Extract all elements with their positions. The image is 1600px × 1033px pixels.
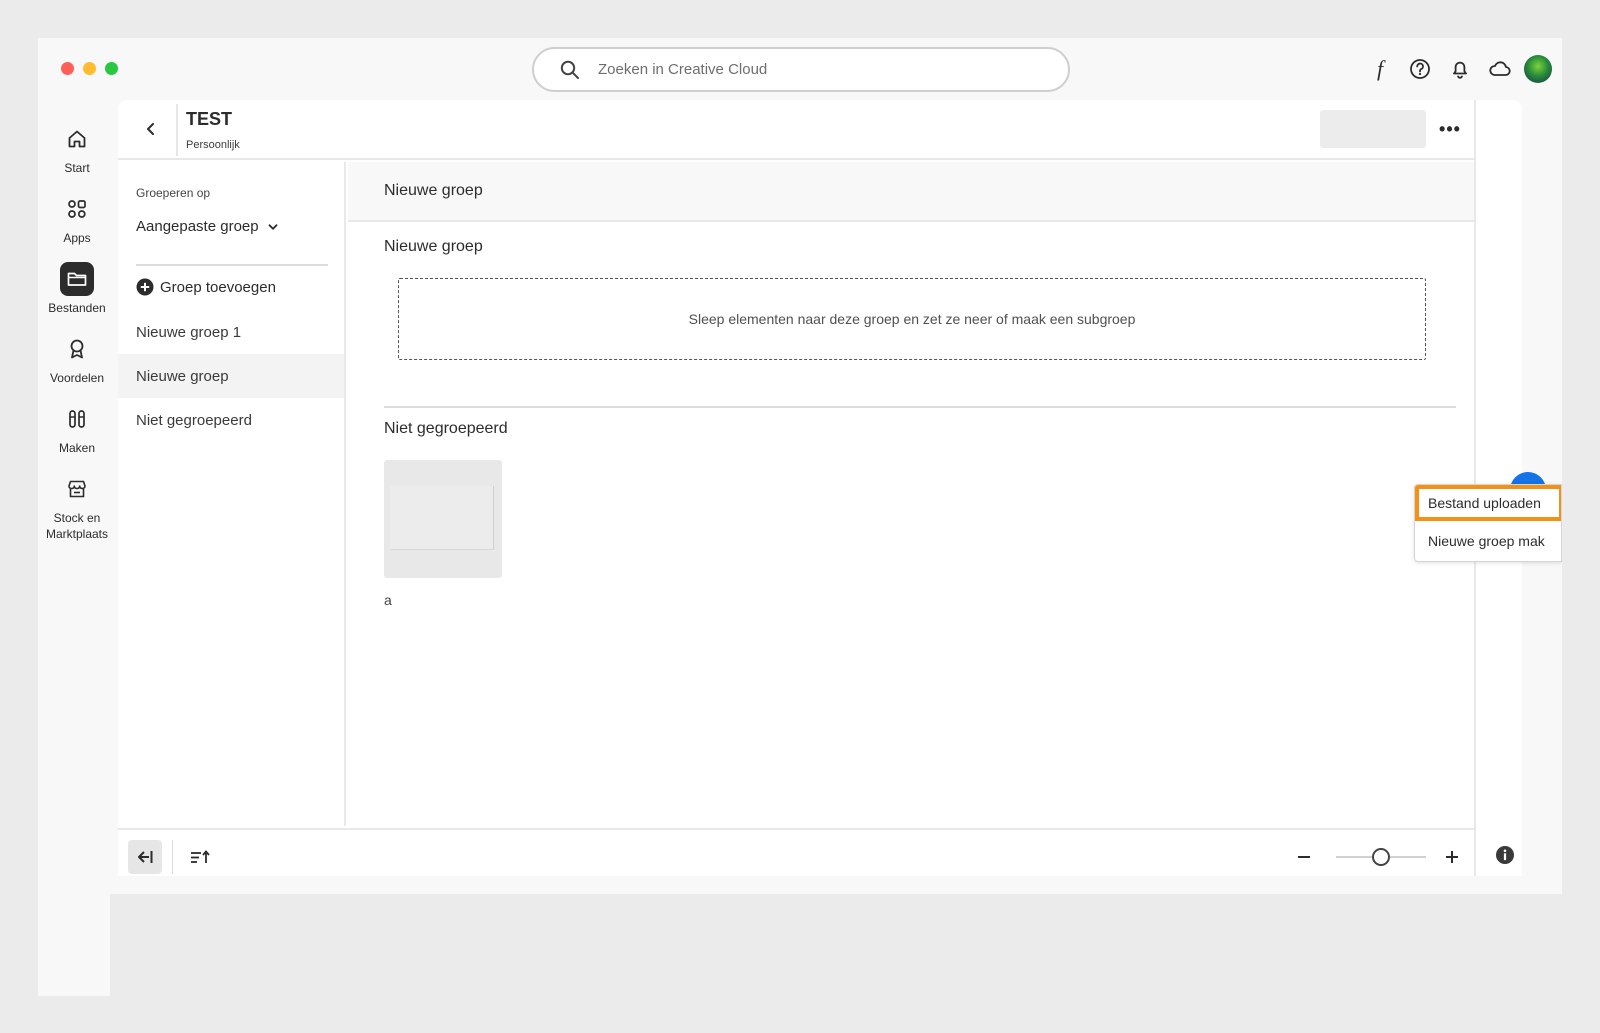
- project-title: TEST: [186, 109, 233, 129]
- header-placeholder: [1320, 110, 1426, 148]
- section-title: Niet gegroepeerd: [384, 420, 508, 437]
- zoom-in-button[interactable]: [1440, 842, 1464, 872]
- file-name[interactable]: a: [384, 592, 392, 608]
- store-icon: [60, 472, 94, 506]
- grouping-dropdown[interactable]: Aangepaste groep: [136, 218, 279, 235]
- chevron-left-icon: [147, 123, 154, 135]
- section-divider: [384, 406, 1456, 408]
- background-window-strip: [38, 894, 110, 996]
- folder-icon: [60, 262, 94, 296]
- left-navigation: Start Apps Bestanden Voordelen Maken Sto…: [38, 122, 116, 558]
- info-button[interactable]: [1492, 842, 1518, 868]
- header-divider: [176, 104, 178, 156]
- files-panel: TEST Persoonlijk ••• Groeperen op Aangep…: [118, 100, 1522, 876]
- ellipsis-icon: •••: [1439, 118, 1461, 139]
- nav-item-bestanden[interactable]: Bestanden: [38, 262, 116, 316]
- group-by-label: Groeperen op: [136, 186, 211, 200]
- app-window: f Start Apps Bestanden Voordelen: [38, 38, 1562, 894]
- cloud-sync-button[interactable]: [1480, 52, 1520, 86]
- nav-label: Start: [64, 161, 90, 175]
- group-item[interactable]: Nieuwe groep 1: [118, 310, 344, 354]
- more-options-button[interactable]: •••: [1436, 116, 1464, 142]
- zoom-slider-handle[interactable]: [1372, 848, 1390, 866]
- bell-icon: [1453, 61, 1467, 79]
- plus-icon: [1446, 851, 1458, 863]
- home-icon: [60, 122, 94, 156]
- nav-label: Maken: [58, 441, 96, 455]
- project-subtitle: Persoonlijk: [186, 139, 240, 151]
- nav-item-voordelen[interactable]: Voordelen: [38, 332, 116, 386]
- search-input[interactable]: [598, 61, 1018, 78]
- grouping-value: Aangepaste groep: [136, 218, 259, 235]
- add-group-label: Groep toevoegen: [160, 278, 276, 296]
- nav-label: Stock en Marktplaats: [45, 511, 109, 541]
- nav-label: Voordelen: [49, 371, 105, 385]
- menu-item-upload-file[interactable]: Bestand uploaden: [1415, 485, 1561, 521]
- drop-zone-text: Sleep elementen naar deze groep en zet z…: [688, 311, 1136, 327]
- minimize-window-button[interactable]: [83, 62, 96, 75]
- sort-icon: [191, 850, 210, 863]
- project-header: TEST Persoonlijk •••: [118, 100, 1474, 160]
- content-header: Nieuwe groep: [348, 162, 1474, 222]
- fonts-button[interactable]: f: [1360, 52, 1400, 86]
- bottom-toolbar: [118, 828, 1514, 876]
- nav-item-maken[interactable]: Maken: [38, 402, 116, 456]
- section-title: Nieuwe groep: [384, 238, 483, 255]
- toolbar-divider: [172, 840, 173, 874]
- nav-item-start[interactable]: Start: [38, 122, 116, 176]
- plus-circle-icon: [136, 278, 154, 296]
- font-icon: f: [1376, 56, 1384, 81]
- content-header-title: Nieuwe groep: [384, 182, 483, 199]
- minus-icon: [1298, 856, 1310, 858]
- group-content: Nieuwe groep Nieuwe groep Sleep elemente…: [348, 162, 1474, 826]
- brushes-icon: [60, 402, 94, 436]
- cloud-icon: [1489, 61, 1511, 76]
- group-item-selected[interactable]: Nieuwe groep: [118, 354, 344, 398]
- help-icon: [1410, 59, 1430, 79]
- sort-button[interactable]: [186, 842, 214, 872]
- group-item[interactable]: Niet gegroepeerd: [118, 398, 344, 442]
- add-group-button[interactable]: Groep toevoegen: [136, 278, 276, 296]
- nav-item-stock[interactable]: Stock en Marktplaats: [38, 472, 116, 542]
- menu-item-new-group[interactable]: Nieuwe groep mak: [1415, 523, 1561, 559]
- top-toolbar: f: [1360, 52, 1562, 86]
- info-icon: [1496, 846, 1514, 864]
- chevron-down-icon: [268, 223, 278, 230]
- avatar[interactable]: [1524, 55, 1552, 83]
- search-bar[interactable]: [532, 47, 1070, 92]
- nav-item-apps[interactable]: Apps: [38, 192, 116, 246]
- collapse-sidebar-button[interactable]: [128, 840, 162, 874]
- apps-icon: [60, 192, 94, 226]
- zoom-out-button[interactable]: [1292, 842, 1316, 872]
- thumbnail-preview: [390, 486, 494, 550]
- collapse-left-icon: [138, 851, 153, 863]
- maximize-window-button[interactable]: [105, 62, 118, 75]
- group-sidebar: Groeperen op Aangepaste groep Groep toev…: [118, 162, 346, 826]
- award-icon: [60, 332, 94, 366]
- search-icon: [560, 60, 579, 79]
- drop-zone[interactable]: Sleep elementen naar deze groep en zet z…: [398, 278, 1426, 360]
- notifications-button[interactable]: [1440, 52, 1480, 86]
- sidebar-divider: [136, 264, 328, 266]
- back-button[interactable]: [138, 116, 164, 142]
- nav-label: Bestanden: [48, 301, 106, 315]
- help-button[interactable]: [1400, 52, 1440, 86]
- file-thumbnail[interactable]: [384, 460, 502, 578]
- add-menu: Bestand uploaden Nieuwe groep mak: [1414, 484, 1562, 562]
- close-window-button[interactable]: [61, 62, 74, 75]
- nav-label: Apps: [63, 231, 91, 245]
